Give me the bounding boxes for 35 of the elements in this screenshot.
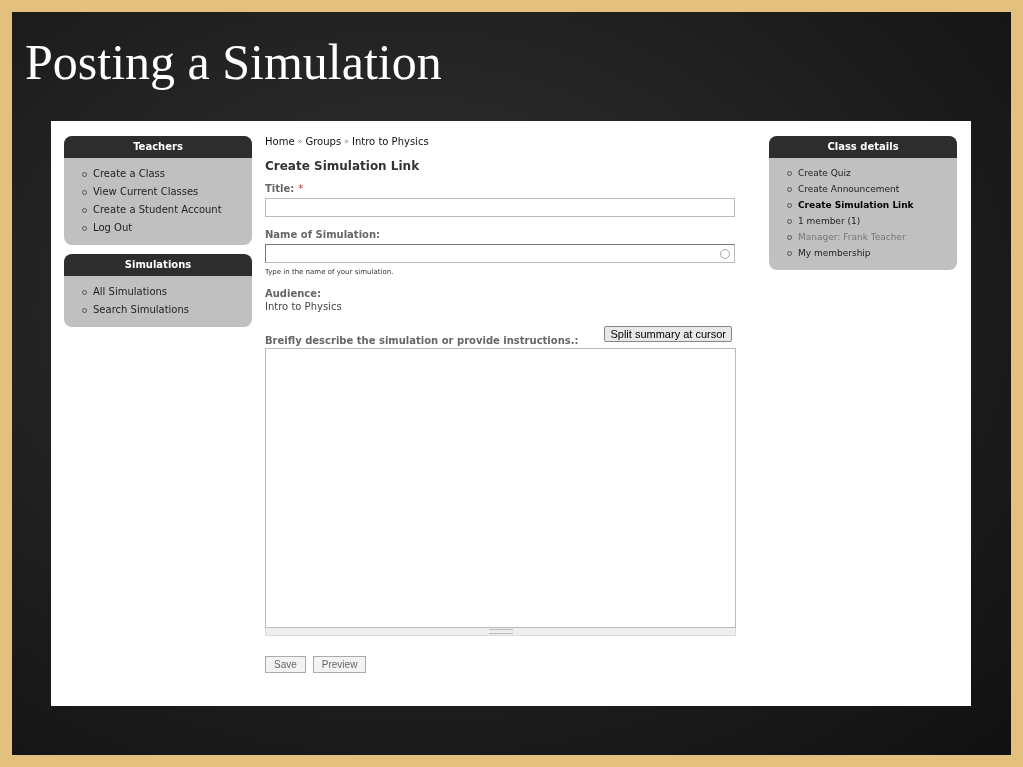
sidebar-link[interactable]: View Current Classes — [93, 185, 199, 199]
sidebar-link[interactable]: My membership — [798, 246, 871, 260]
form-button[interactable]: Preview — [312, 656, 367, 673]
audience-value: Intro to Physics — [265, 301, 343, 312]
title-input[interactable] — [265, 198, 735, 217]
sidebar-link[interactable]: Create a Class — [93, 167, 166, 181]
sidebar-link[interactable]: Search Simulations — [93, 303, 189, 317]
block-heading: Teachers — [64, 136, 252, 158]
block-heading: Class details — [769, 136, 957, 158]
simulation-name-input[interactable] — [265, 244, 735, 263]
resize-handle[interactable] — [265, 628, 736, 636]
sidebar-link[interactable]: Create Simulation Link — [798, 198, 914, 212]
grip-icon — [488, 629, 513, 634]
sidebar-link[interactable]: Create Quiz — [798, 166, 851, 180]
field-label: Title: — [265, 183, 295, 194]
sidebar-link[interactable]: All Simulations — [93, 285, 168, 299]
description-textarea[interactable] — [265, 348, 736, 628]
sidebar-link[interactable]: 1 member (1) — [798, 214, 861, 228]
breadcrumb-link[interactable]: Groups — [305, 136, 342, 147]
page-title: Create Simulation Link — [265, 159, 421, 173]
split-summary-button[interactable]: Split summary at cursor — [604, 326, 732, 342]
breadcrumb-separator: » — [297, 137, 303, 146]
form-button[interactable]: Save — [265, 656, 306, 673]
sidebar-link[interactable]: Create a Student Account — [93, 203, 222, 217]
field-label: Audience: — [265, 288, 323, 299]
field-label: Breifly describe the simulation or provide instructions.: — [265, 335, 579, 346]
block-heading: Simulations — [64, 254, 252, 276]
sidebar-link[interactable]: Log Out — [93, 221, 133, 235]
breadcrumb-link[interactable]: Intro to Physics — [352, 136, 429, 147]
required-mark: * — [298, 183, 304, 194]
breadcrumb-link[interactable]: Home — [265, 136, 295, 147]
sidebar-link[interactable]: Create Announcement — [798, 182, 900, 196]
breadcrumb-separator: » — [344, 137, 349, 146]
field-label: Name of Simulation: — [265, 229, 382, 240]
slide-title: Posting a Simulation — [25, 33, 443, 92]
